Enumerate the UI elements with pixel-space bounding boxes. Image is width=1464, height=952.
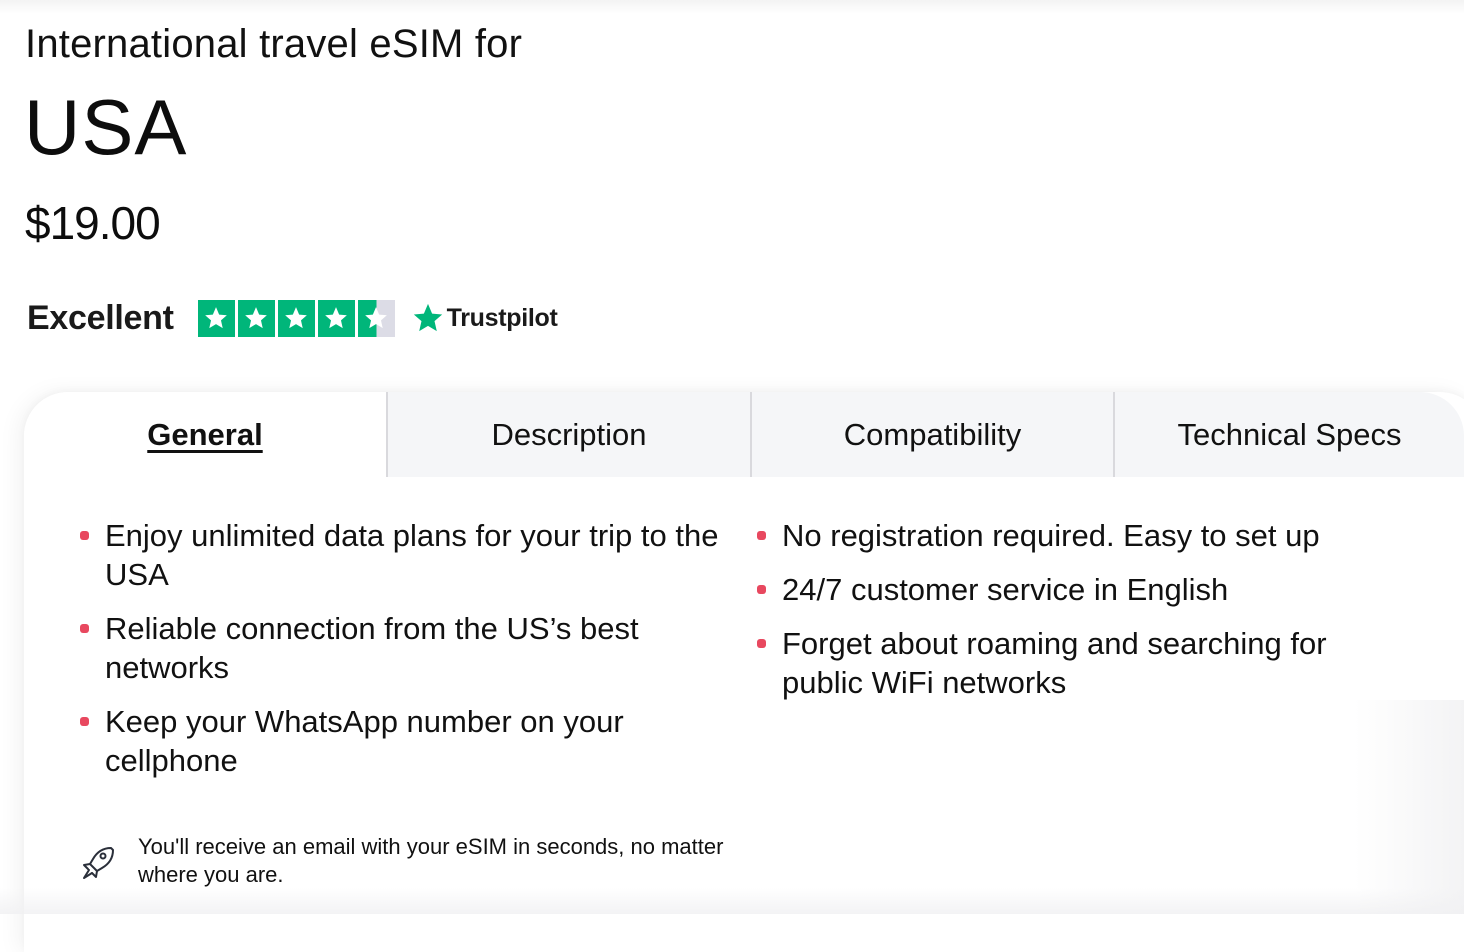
tab-compatibility[interactable]: Compatibility [750,392,1113,477]
trustpilot-name: Trustpilot [447,304,558,333]
list-item: No registration required. Easy to set up [757,516,1397,555]
feature-column-right: No registration required. Easy to set up… [757,516,1397,717]
feature-text: Keep your WhatsApp number on your cellph… [105,704,624,778]
bullet-icon [80,531,89,540]
product-price: $19.00 [25,196,160,250]
feature-text: 24/7 customer service in English [782,572,1228,607]
rating-stars [198,300,395,337]
product-country: USA [24,82,187,173]
bullet-icon [757,639,766,648]
trustpilot-logo[interactable]: Trustpilot [411,301,558,335]
bullet-icon [80,717,89,726]
star-icon [278,300,315,337]
tab-bar: General Description Compatibility Techni… [24,392,1464,477]
list-item: Enjoy unlimited data plans for your trip… [80,516,720,594]
rating-label: Excellent [27,299,174,338]
star-icon [198,300,235,337]
bullet-icon [80,624,89,633]
list-item: Keep your WhatsApp number on your cellph… [80,702,720,780]
list-item: Forget about roaming and searching for p… [757,624,1397,702]
feature-text: Reliable connection from the US’s best n… [105,611,639,685]
trustpilot-star-icon [411,301,445,335]
list-item: 24/7 customer service in English [757,570,1397,609]
star-icon [238,300,275,337]
delivery-note-text: You'll receive an email with your eSIM i… [138,833,738,889]
delivery-note: You'll receive an email with your eSIM i… [78,833,738,889]
bullet-icon [757,585,766,594]
product-subtitle: International travel eSIM for [25,22,522,67]
tab-description[interactable]: Description [386,392,750,477]
feature-text: Forget about roaming and searching for p… [782,626,1327,700]
feature-column-left: Enjoy unlimited data plans for your trip… [80,516,720,795]
trustpilot-rating[interactable]: Excellent Trustpilot [27,297,558,339]
star-icon [318,300,355,337]
tab-general[interactable]: General [24,392,386,477]
feature-text: No registration required. Easy to set up [782,518,1320,553]
top-fade [0,0,1464,14]
feature-text: Enjoy unlimited data plans for your trip… [105,518,718,592]
bullet-icon [757,531,766,540]
rocket-icon [78,843,118,883]
product-info-card: General Description Compatibility Techni… [24,392,1464,952]
tab-technical-specs[interactable]: Technical Specs [1113,392,1464,477]
list-item: Reliable connection from the US’s best n… [80,609,720,687]
half-star-icon [358,300,395,337]
